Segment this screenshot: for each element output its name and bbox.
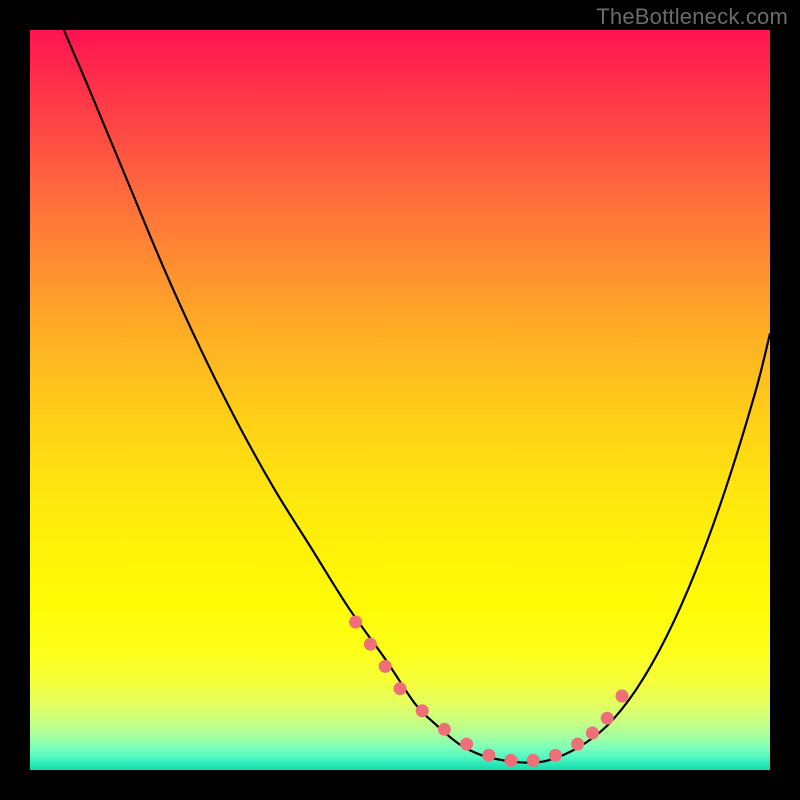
bottleneck-curve-svg [30,30,770,770]
sample-dot [364,638,377,651]
bottleneck-curve [30,30,770,763]
chart-frame: TheBottleneck.com [0,0,800,800]
sample-dot [482,749,495,762]
watermark-text: TheBottleneck.com [596,4,788,30]
sample-dot [549,749,562,762]
sample-dot [571,738,584,751]
sample-dot [601,712,614,725]
sample-dot [438,723,451,736]
sample-dot [416,704,429,717]
sample-dot [586,727,599,740]
sample-dot [379,660,392,673]
sample-dot [460,738,473,751]
sample-dot [616,690,629,703]
sample-dot [394,682,407,695]
sample-dot [349,616,362,629]
sample-dots-group [349,616,628,767]
plot-area [30,30,770,770]
sample-dot [527,754,540,767]
sample-dot [505,754,518,767]
